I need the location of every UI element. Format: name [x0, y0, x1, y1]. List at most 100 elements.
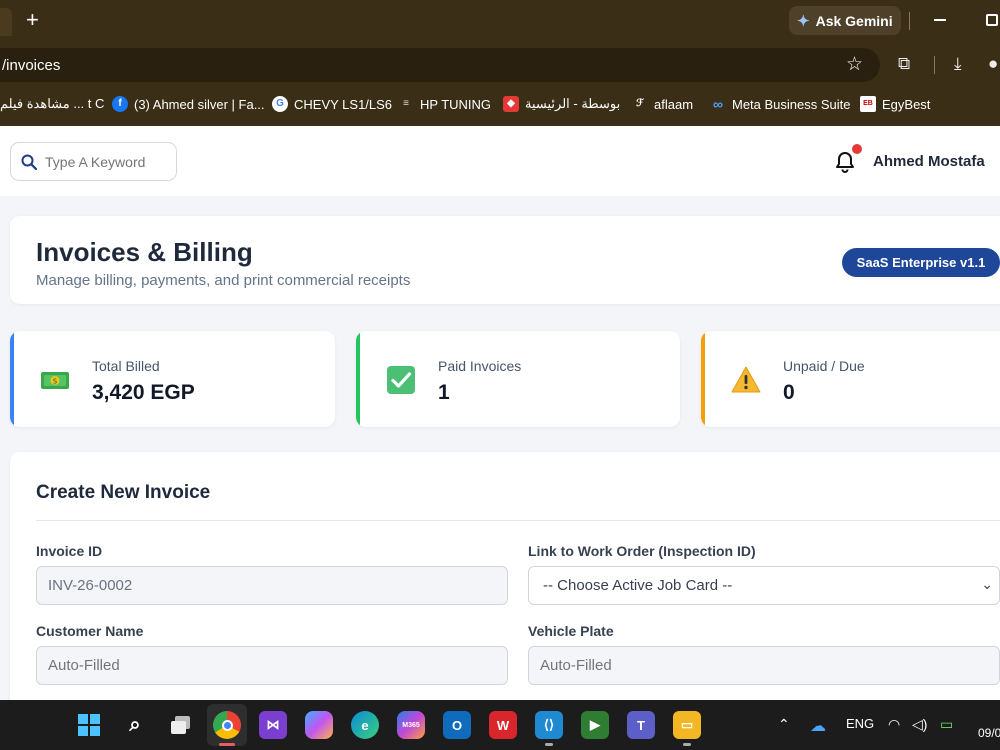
search-icon: [21, 154, 37, 170]
divider: [909, 12, 910, 30]
bookmark-label: aflaam: [654, 96, 694, 112]
create-invoice-form: Create New Invoice Invoice ID Link to Wo…: [10, 452, 1000, 700]
stat-value: 3,420 EGP: [92, 381, 195, 404]
warning-icon: [731, 366, 761, 393]
egybest-icon: EB: [860, 96, 876, 112]
customer-name-label: Customer Name: [36, 623, 144, 639]
language-indicator[interactable]: ENG: [846, 716, 874, 731]
invoice-id-field[interactable]: [36, 566, 508, 605]
bookmark-item[interactable]: f (3) Ahmed silver | Fa...: [112, 96, 265, 112]
maximize-icon[interactable]: [986, 14, 998, 26]
bookmark-item[interactable]: EB EgyBest: [860, 96, 930, 112]
bookmark-item[interactable]: ℱ aflaam: [632, 96, 693, 112]
chevron-down-icon: ⌄: [981, 576, 993, 592]
invoice-id-label: Invoice ID: [36, 543, 103, 559]
search-input[interactable]: [45, 153, 165, 170]
bosta-icon: ◆: [503, 96, 519, 112]
vscode-running-indicator: [545, 743, 553, 746]
vehicle-plate-field[interactable]: [528, 646, 1000, 685]
file-explorer-icon[interactable]: ▭: [673, 711, 701, 739]
bookmark-item[interactable]: ◆ بوسطة - الرئيسية: [503, 96, 620, 112]
bookmarks-bar: مشاهدة فيلم ... t C f (3) Ahmed silver |…: [0, 86, 1000, 126]
meta-icon: ∞: [713, 96, 723, 112]
stat-label: Total Billed: [92, 358, 160, 374]
copilot-icon[interactable]: [305, 711, 333, 739]
page-subtitle: Manage billing, payments, and print comm…: [36, 272, 411, 289]
check-icon: [387, 366, 415, 394]
hp-tuning-icon: ≡: [403, 98, 409, 109]
stat-value: 0: [783, 381, 795, 404]
money-icon: $: [41, 372, 69, 389]
wifi-icon[interactable]: ◠: [888, 716, 900, 733]
vscode-icon[interactable]: ⟨⟩: [535, 711, 563, 739]
stat-card-paid-invoices: Paid Invoices 1: [356, 331, 680, 427]
task-view-icon[interactable]: [167, 711, 195, 739]
bookmark-label: Meta Business Suite: [732, 96, 851, 112]
bookmark-item[interactable]: مشاهدة فيلم ... t C: [0, 96, 104, 112]
explorer-running-indicator: [683, 743, 691, 746]
browser-tab-strip: + ✦ Ask Gemini: [0, 0, 1000, 42]
minimize-icon[interactable]: [934, 19, 946, 21]
extensions-icon[interactable]: ⧉: [898, 54, 910, 74]
google-icon: G: [272, 96, 288, 112]
gemini-icon: ✦: [797, 12, 810, 30]
windows-start-icon[interactable]: [75, 711, 103, 739]
search-icon[interactable]: ⌕: [121, 711, 149, 739]
volume-icon[interactable]: ◁): [912, 716, 927, 733]
page-title: Invoices & Billing: [36, 237, 253, 267]
microsoft-365-icon[interactable]: M365: [397, 711, 425, 739]
work-order-label: Link to Work Order (Inspection ID): [528, 543, 756, 559]
customer-name-field[interactable]: [36, 646, 508, 685]
ask-gemini-label: Ask Gemini: [815, 12, 893, 29]
notification-dot: [852, 144, 862, 154]
new-tab-button[interactable]: +: [26, 8, 39, 32]
user-name[interactable]: Ahmed Mostafa: [873, 153, 985, 170]
battery-icon[interactable]: ▭: [940, 716, 953, 733]
url-text[interactable]: /invoices: [2, 57, 60, 74]
clock-date[interactable]: 09/0: [978, 726, 1000, 740]
divider: [36, 520, 1000, 521]
bookmark-item[interactable]: ≡ HP TUNING: [398, 96, 491, 112]
address-bar[interactable]: /invoices ☆: [0, 48, 880, 82]
stat-accent-bar: [10, 331, 14, 427]
bookmark-label: بوسطة - الرئيسية: [525, 96, 621, 111]
stat-label: Unpaid / Due: [783, 358, 865, 374]
chrome-icon[interactable]: [213, 711, 241, 739]
search-box[interactable]: [10, 142, 177, 181]
outlook-icon[interactable]: O: [443, 711, 471, 739]
stat-accent-bar: [356, 331, 360, 427]
teams-icon[interactable]: T: [627, 711, 655, 739]
aflaam-icon: ℱ: [636, 98, 644, 109]
bookmark-label: CHEVY LS1/LS6: [294, 96, 393, 112]
profile-icon[interactable]: ●: [988, 54, 998, 74]
video-app-icon[interactable]: ▶: [581, 711, 609, 739]
bookmark-item[interactable]: ∞ Meta Business Suite: [710, 96, 851, 112]
bookmark-label: EgyBest: [882, 96, 931, 112]
tray-chevron-up-icon[interactable]: ⌃: [778, 716, 790, 733]
stat-card-unpaid-due: Unpaid / Due 0: [701, 331, 1000, 427]
download-icon[interactable]: ⤓: [954, 54, 962, 74]
vehicle-plate-label: Vehicle Plate: [528, 623, 614, 639]
ask-gemini-button[interactable]: ✦ Ask Gemini: [789, 6, 901, 35]
bookmark-label: (3) Ahmed silver | Fa...: [134, 96, 265, 112]
onedrive-icon[interactable]: ☁: [810, 716, 826, 736]
stat-value: 1: [438, 381, 450, 404]
wps-office-icon[interactable]: W: [489, 711, 517, 739]
app-page: Ahmed Mostafa Invoices & Billing Manage …: [0, 126, 1000, 700]
page-header-card: Invoices & Billing Manage billing, payme…: [10, 216, 1000, 304]
divider: [934, 56, 935, 74]
notification-bell-icon[interactable]: [833, 150, 857, 174]
bookmark-label: HP TUNING: [420, 96, 492, 112]
work-order-selected: -- Choose Active Job Card --: [543, 577, 733, 594]
stat-card-total-billed: $ Total Billed 3,420 EGP: [10, 331, 335, 427]
bookmark-item[interactable]: G CHEVY LS1/LS6: [272, 96, 392, 112]
bookmark-star-icon[interactable]: ☆: [846, 53, 863, 76]
visual-studio-icon[interactable]: ⋈: [259, 711, 287, 739]
stat-accent-bar: [701, 331, 705, 427]
svg-text:$: $: [52, 377, 57, 386]
browser-toolbar: /invoices ☆ ⧉ ⤓ ●: [0, 42, 1000, 86]
work-order-select[interactable]: -- Choose Active Job Card -- ⌄: [528, 566, 1000, 605]
bookmark-label: مشاهدة فيلم ... t C: [0, 96, 105, 111]
edge-icon[interactable]: e: [351, 711, 379, 739]
browser-tab[interactable]: [0, 8, 12, 36]
